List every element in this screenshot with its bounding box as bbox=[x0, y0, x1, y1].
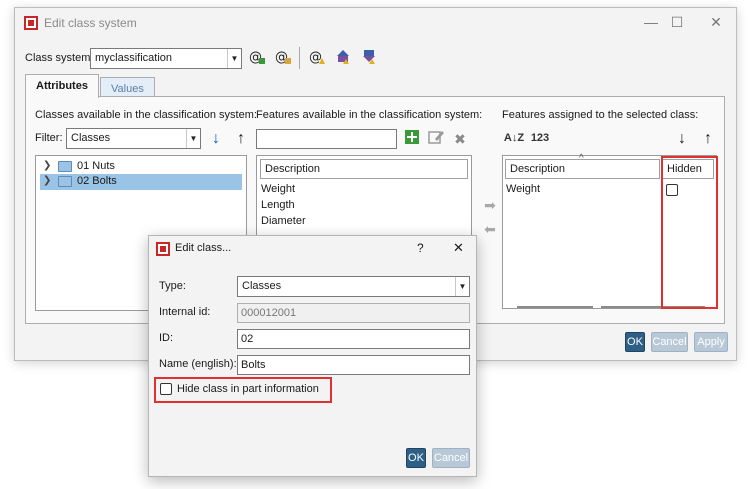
list-item[interactable]: Length bbox=[261, 199, 295, 211]
table-row[interactable]: Weight bbox=[506, 183, 540, 195]
id-field[interactable]: 02 bbox=[237, 329, 470, 349]
features-list[interactable]: Description Weight Length Diameter bbox=[256, 155, 472, 235]
type-label: Type: bbox=[159, 280, 186, 292]
tree-item-label: 02 Bolts bbox=[77, 175, 117, 187]
type-value: Classes bbox=[242, 280, 282, 292]
classes-heading: Classes available in the classification … bbox=[35, 109, 257, 121]
add-feature-icon[interactable] bbox=[402, 129, 422, 149]
internal-id-label: Internal id: bbox=[159, 306, 211, 318]
filter-label: Filter: bbox=[35, 132, 63, 144]
id-value: 02 bbox=[241, 333, 254, 345]
class-system-combo[interactable]: myclassification ▼ bbox=[90, 48, 242, 69]
add-at-icon[interactable]: @ bbox=[247, 48, 267, 68]
class-system-label: Class system: bbox=[25, 52, 94, 64]
sort-alpha-icon[interactable]: A↓Z bbox=[502, 128, 526, 148]
list-item[interactable]: Diameter bbox=[261, 215, 306, 227]
filter-combo[interactable]: Classes ▼ bbox=[66, 128, 201, 149]
cancel-button[interactable]: Cancel bbox=[651, 332, 688, 352]
minimize-icon[interactable]: — bbox=[643, 14, 659, 30]
dialog-ok-button[interactable]: OK bbox=[406, 448, 426, 468]
apply-button[interactable]: Apply bbox=[694, 332, 728, 352]
sort-indicator-icon: ^ bbox=[579, 153, 584, 164]
app-logo-icon bbox=[24, 16, 38, 30]
folder-icon bbox=[58, 161, 72, 172]
sort-up-icon[interactable]: ↑ bbox=[231, 129, 251, 149]
class-system-value: myclassification bbox=[95, 52, 173, 64]
hidden-column-highlight bbox=[661, 156, 718, 309]
chevron-down-icon[interactable]: ▼ bbox=[227, 49, 241, 68]
name-label: Name (english): bbox=[159, 358, 237, 370]
import-icon[interactable] bbox=[359, 48, 379, 68]
maximize-icon[interactable]: ☐ bbox=[669, 14, 685, 30]
ok-button[interactable]: OK bbox=[625, 332, 645, 352]
name-field[interactable]: Bolts bbox=[237, 355, 470, 375]
edit-at-icon[interactable]: @ bbox=[273, 48, 293, 68]
list-item[interactable]: Weight bbox=[261, 183, 295, 195]
features-column-header[interactable]: Description bbox=[260, 159, 468, 179]
folder-icon bbox=[58, 176, 72, 187]
internal-id-field: 000012001 bbox=[237, 303, 470, 323]
at-warning-icon[interactable]: @ bbox=[307, 48, 327, 68]
close-icon[interactable]: ✕ bbox=[453, 240, 464, 256]
help-icon[interactable]: ? bbox=[417, 241, 424, 255]
sort-up-icon[interactable]: ↑ bbox=[698, 129, 718, 149]
assign-arrow-icon[interactable]: ➡ bbox=[480, 195, 500, 215]
tree-item[interactable]: ❯ 02 Bolts bbox=[40, 174, 242, 190]
dialog-title: Edit class... bbox=[175, 242, 232, 254]
chevron-down-icon[interactable]: ▼ bbox=[455, 277, 469, 296]
tree-item-label: 01 Nuts bbox=[77, 160, 115, 172]
filter-value: Classes bbox=[71, 132, 111, 144]
features-heading: Features available in the classification… bbox=[256, 109, 483, 121]
features-search-input[interactable] bbox=[256, 129, 397, 149]
chevron-right-icon[interactable]: ❯ bbox=[43, 175, 51, 186]
window-title: Edit class system bbox=[44, 16, 137, 30]
tab-attributes[interactable]: Attributes bbox=[25, 74, 99, 98]
assigned-heading: Features assigned to the selected class: bbox=[502, 109, 699, 121]
delete-feature-icon[interactable]: ✖ bbox=[450, 129, 470, 149]
internal-id-value: 000012001 bbox=[241, 307, 297, 319]
edit-class-dialog: Edit class... ? ✕ Type: Classes ▼ Intern… bbox=[148, 235, 477, 477]
unassign-arrow-icon[interactable]: ⬅ bbox=[480, 219, 500, 239]
name-value: Bolts bbox=[241, 359, 266, 371]
close-icon[interactable]: ✕ bbox=[708, 14, 724, 30]
sort-down-icon[interactable]: ↓ bbox=[672, 129, 692, 149]
toolbar-divider bbox=[299, 47, 300, 69]
chevron-right-icon[interactable]: ❯ bbox=[43, 160, 51, 171]
horizontal-scrollbar[interactable] bbox=[517, 306, 593, 308]
type-combo[interactable]: Classes ▼ bbox=[237, 276, 470, 297]
dialog-cancel-button[interactable]: Cancel bbox=[432, 448, 470, 468]
edit-feature-icon[interactable] bbox=[426, 129, 446, 149]
chevron-down-icon[interactable]: ▼ bbox=[186, 129, 200, 148]
export-icon[interactable] bbox=[333, 48, 353, 68]
tree-item[interactable]: ❯ 01 Nuts bbox=[40, 159, 242, 175]
title-bar[interactable]: Edit class system — ☐ ✕ bbox=[15, 8, 736, 38]
id-label: ID: bbox=[159, 332, 174, 344]
app-logo-icon bbox=[156, 242, 170, 256]
sort-numeric-icon[interactable]: 123 bbox=[528, 128, 552, 148]
hide-class-highlight bbox=[154, 377, 332, 403]
sort-down-icon[interactable]: ↓ bbox=[206, 129, 226, 149]
dialog-title-bar[interactable]: Edit class... ? ✕ bbox=[149, 236, 476, 262]
